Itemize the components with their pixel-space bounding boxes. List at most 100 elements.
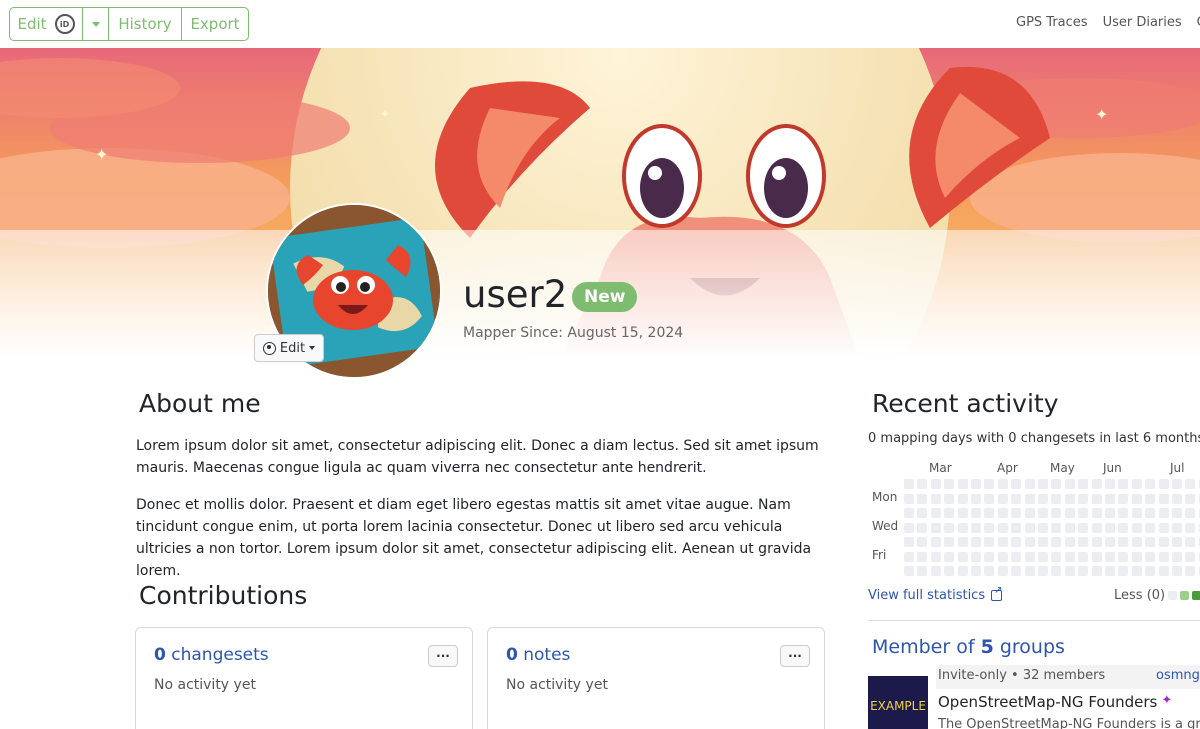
editor-button-group: Edit iD History Export xyxy=(9,7,249,41)
about-heading: About me xyxy=(139,389,261,418)
heatmap-cell xyxy=(1118,537,1129,547)
heatmap-cell xyxy=(1064,479,1075,489)
nav-user-diaries[interactable]: User Diaries xyxy=(1103,15,1182,30)
month-label: Jul xyxy=(1170,461,1185,475)
heatmap-cell xyxy=(1131,508,1142,518)
heatmap-cell xyxy=(997,537,1008,547)
heatmap-cell xyxy=(1038,493,1048,504)
heatmap-cell xyxy=(1064,551,1075,562)
heatmap-cell xyxy=(971,479,981,489)
legend-less-label: Less (0) xyxy=(1114,588,1166,603)
heatmap-cell xyxy=(1051,493,1062,504)
heatmap-cell xyxy=(971,508,981,518)
heatmap-cell xyxy=(1118,479,1129,489)
heatmap-cell xyxy=(1024,493,1035,504)
recent-activity-heading: Recent activity xyxy=(872,389,1059,418)
nav-gps-traces[interactable]: GPS Traces xyxy=(1016,15,1088,30)
nav-truncated-item[interactable]: Co xyxy=(1197,15,1200,30)
heatmap-cell xyxy=(904,493,914,504)
group-tag[interactable]: osmng xyxy=(1156,668,1200,683)
heatmap-cell xyxy=(1024,479,1035,489)
heatmap-cell xyxy=(944,522,955,533)
heatmap-cell xyxy=(1118,522,1129,533)
export-button[interactable]: Export xyxy=(182,8,248,40)
view-full-statistics-link[interactable]: View full statistics xyxy=(868,585,1002,603)
group-thumbnail[interactable]: EXAMPLE xyxy=(868,676,928,729)
heatmap-cell xyxy=(957,479,968,489)
heatmap-cell xyxy=(1145,508,1156,518)
heatmap-cell xyxy=(1051,508,1062,518)
notes-label: notes xyxy=(523,645,571,665)
heatmap-cell xyxy=(1038,551,1048,562)
heatmap-cell xyxy=(1172,508,1182,518)
legend-level-0 xyxy=(1168,591,1178,600)
heatmap-cell xyxy=(944,537,955,547)
heatmap-cell xyxy=(984,508,995,518)
heatmap-cell xyxy=(1145,493,1156,504)
heatmap-cell xyxy=(1051,566,1062,576)
profile-banner: ✦ ✦ ✦ xyxy=(0,48,1200,360)
heatmap-cell xyxy=(904,479,914,489)
heatmap-cell xyxy=(1131,551,1142,562)
heatmap-cell xyxy=(1038,479,1048,489)
heatmap-cell xyxy=(957,537,968,547)
top-navigation-bar: Edit iD History Export GPS Traces User D… xyxy=(0,0,1200,48)
group-name-link[interactable]: OpenStreetMap-NG Founders ✦ xyxy=(938,693,1172,711)
heatmap-cell xyxy=(957,566,968,576)
groups-heading[interactable]: Member of 5 groups xyxy=(872,636,1065,658)
svg-text:✦: ✦ xyxy=(380,107,390,121)
heatmap-cell xyxy=(1091,479,1102,489)
group-description: The OpenStreetMap-NG Founders is a group xyxy=(938,717,1200,729)
heatmap-cell xyxy=(1105,522,1115,533)
heatmap-cell xyxy=(1038,522,1048,533)
heatmap-cell xyxy=(1024,566,1035,576)
edit-button[interactable]: Edit iD xyxy=(10,8,83,40)
group-meta: Invite-only • 32 members xyxy=(938,668,1106,683)
heatmap-cell xyxy=(1051,522,1062,533)
heatmap-cell xyxy=(1172,566,1182,576)
avatar-edit-button[interactable]: Edit xyxy=(254,334,324,362)
notes-link[interactable]: 0 notes xyxy=(506,645,570,665)
heatmap-cell xyxy=(944,479,955,489)
heatmap-cell xyxy=(1038,537,1048,547)
heatmap-cell xyxy=(1011,479,1022,489)
heatmap-cell xyxy=(1185,508,1196,518)
heatmap-cell xyxy=(1064,522,1075,533)
heatmap-cell xyxy=(971,522,981,533)
heatmap-cell xyxy=(930,508,941,518)
heatmap-cell xyxy=(1105,493,1115,504)
heatmap-cell xyxy=(971,537,981,547)
about-paragraph: Lorem ipsum dolor sit amet, consectetur … xyxy=(136,438,819,476)
heatmap-cell xyxy=(1024,508,1035,518)
heatmap-cell xyxy=(917,551,928,562)
heatmap-cell xyxy=(1011,551,1022,562)
heatmap-cell xyxy=(1158,551,1169,562)
heatmap-cell xyxy=(1131,493,1142,504)
day-label: Mon xyxy=(872,490,898,504)
activity-summary: 0 mapping days with 0 changesets in last… xyxy=(868,431,1200,446)
external-link-icon xyxy=(991,585,1002,601)
heatmap-cell xyxy=(904,508,914,518)
heatmap-cell xyxy=(1131,479,1142,489)
heatmap-cell xyxy=(1118,551,1129,562)
notes-menu-button[interactable]: ··· xyxy=(780,645,810,667)
heatmap-cell xyxy=(1078,522,1089,533)
heatmap-cell xyxy=(1158,479,1169,489)
edit-dropdown-button[interactable] xyxy=(83,8,109,40)
changesets-menu-button[interactable]: ··· xyxy=(428,645,458,667)
changesets-link[interactable]: 0 changesets xyxy=(154,645,269,665)
heatmap-cell xyxy=(1078,566,1089,576)
chevron-down-icon xyxy=(309,346,316,350)
heatmap-cell xyxy=(1011,508,1022,518)
heatmap-cell xyxy=(1158,522,1169,533)
heatmap-cell xyxy=(1145,537,1156,547)
heatmap-cell xyxy=(1131,537,1142,547)
heatmap-cell xyxy=(1105,566,1115,576)
heatmap-cell xyxy=(1145,551,1156,562)
heatmap-cell xyxy=(1091,508,1102,518)
heatmap-cell xyxy=(1172,537,1182,547)
heatmap-cell xyxy=(957,522,968,533)
history-button[interactable]: History xyxy=(109,8,182,40)
heatmap-cell xyxy=(957,493,968,504)
month-label: Jun xyxy=(1103,461,1122,475)
